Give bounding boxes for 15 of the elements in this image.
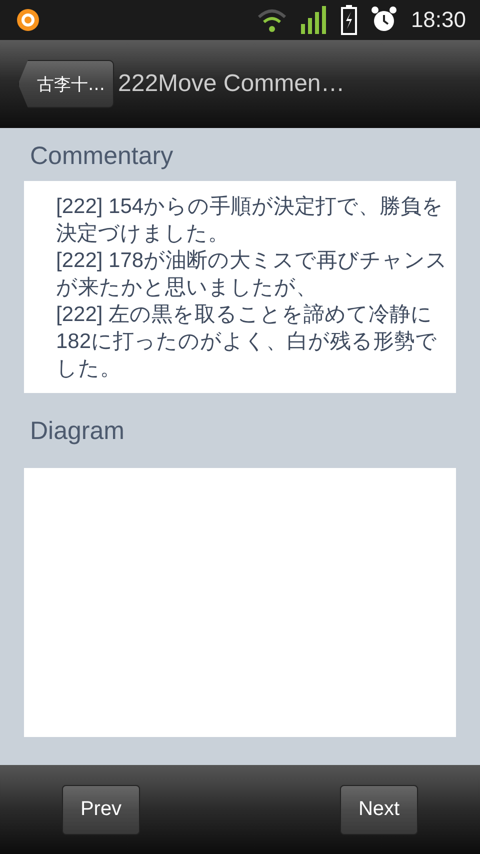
comment-text: [222] 178が油断の大ミスで再びチャンスが来たかと思いましたが、 (56, 248, 448, 301)
wifi-icon (256, 7, 287, 33)
back-button[interactable]: 古李十… (18, 60, 114, 108)
alarm-clock-icon (370, 6, 397, 34)
comment-text: [222] 154からの手順が決定打で、勝負を決定づけました。 (56, 194, 445, 247)
section-heading: Diagram (29, 416, 126, 447)
battery-charging-icon (340, 5, 357, 35)
screen-title: 222Move Commen… (118, 70, 345, 98)
next-button[interactable]: Next (340, 784, 418, 834)
section-heading: Commentary (29, 141, 174, 172)
clock-time: 18:30 (410, 7, 466, 33)
signal-icon (300, 6, 327, 34)
comment-text: [222] 左の黒を取ることを諦めて冷静に182に打ったのがよく、白が残る形勢でした。 (56, 302, 438, 382)
prev-button[interactable]: Prev (62, 784, 140, 834)
app-notification-icon (17, 9, 39, 31)
